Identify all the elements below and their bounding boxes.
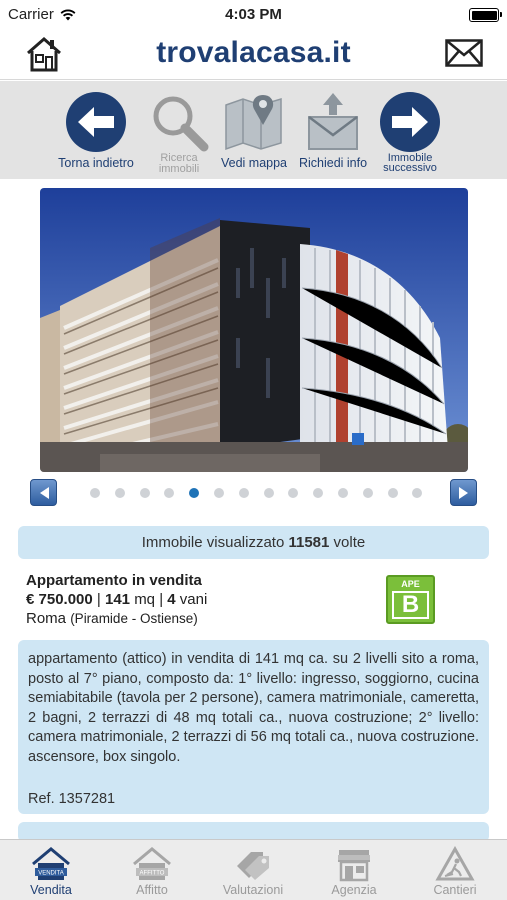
arrow-right-icon	[380, 92, 440, 152]
tab-label: Affitto	[136, 883, 168, 897]
house-rent-icon: AFFITTO	[133, 847, 171, 880]
listing-zone: (Piramide - Ostiense)	[70, 611, 198, 626]
svg-text:VENDITA: VENDITA	[38, 871, 64, 877]
views-suffix: volte	[333, 534, 366, 551]
search-label-line2: immobili	[158, 163, 200, 175]
status-bar: Carrier 4:03 PM	[0, 0, 507, 30]
page-dot[interactable]	[90, 488, 100, 498]
action-toolbar: Torna indietro Ricerca immobili Vedi map…	[0, 81, 507, 179]
views-prefix: Immobile visualizzato	[141, 534, 285, 551]
description-box: appartamento (attico) in vendita di 141 …	[18, 640, 489, 814]
listing-rooms-unit: vani	[179, 591, 208, 608]
spec-separator: |	[96, 591, 101, 608]
page-dot[interactable]	[337, 488, 348, 498]
description-text: appartamento (attico) in vendita di 141 …	[28, 651, 479, 765]
listing-rooms: 4	[167, 591, 176, 608]
tab-agenzia[interactable]: Agenzia	[304, 846, 404, 897]
prev-photo-button[interactable]	[30, 479, 57, 506]
ape-label: APE	[401, 579, 420, 589]
next-photo-button[interactable]	[450, 479, 477, 506]
tab-affitto[interactable]: AFFITTO Affitto	[102, 846, 202, 897]
send-mail-icon	[308, 93, 358, 150]
page-dot[interactable]	[164, 488, 175, 498]
svg-text:AFFITTO: AFFITTO	[140, 871, 165, 877]
site-logo[interactable]: trovalacasa.it	[0, 36, 507, 70]
tab-label: Vendita	[30, 883, 72, 897]
building-photo-image	[40, 188, 468, 472]
listing-price: € 750.000	[26, 591, 93, 608]
listing-sqm-unit: mq	[134, 591, 156, 608]
request-info-button[interactable]: Richiedi info	[291, 91, 375, 169]
page-dot[interactable]	[362, 488, 373, 498]
tab-label: Agenzia	[331, 883, 377, 897]
listing-sqm: 141	[104, 591, 131, 608]
tab-vendita[interactable]: VENDITA Vendita	[1, 846, 101, 897]
ape-class: B	[392, 591, 429, 619]
page-dot[interactable]	[213, 488, 224, 498]
triangle-right-icon	[458, 486, 468, 499]
property-photo[interactable]	[40, 188, 468, 472]
listing-type: Appartamento in vendita	[26, 572, 202, 589]
app-header: trovalacasa.it	[0, 30, 507, 80]
listing-summary: Appartamento in vendita € 750.000 | 141 …	[26, 571, 386, 628]
page-dot[interactable]	[288, 488, 299, 498]
tab-cantieri[interactable]: Cantieri	[405, 846, 505, 897]
back-label: Torna indietro	[58, 156, 134, 170]
search-icon	[153, 96, 209, 152]
page-dot[interactable]	[263, 488, 274, 498]
tab-label: Valutazioni	[222, 883, 284, 897]
mail-button[interactable]	[445, 39, 483, 67]
next-property-button[interactable]: Immobile successivo	[368, 91, 452, 174]
envelope-icon	[445, 39, 483, 67]
listing-city: Roma	[26, 610, 67, 627]
next-label-line2: successivo	[383, 162, 437, 174]
clock: 4:03 PM	[225, 6, 282, 23]
page-dot[interactable]	[238, 488, 249, 498]
request-label: Richiedi info	[298, 156, 368, 170]
tab-valutazioni[interactable]: Valutazioni	[203, 846, 303, 897]
page-dot[interactable]	[313, 488, 324, 498]
triangle-left-icon	[39, 486, 49, 499]
house-sale-icon: VENDITA	[32, 847, 70, 880]
page-dot[interactable]	[139, 488, 150, 498]
back-button[interactable]: Torna indietro	[54, 91, 138, 169]
battery-icon	[469, 8, 502, 22]
construction-icon	[435, 846, 475, 881]
price-tags-icon	[237, 852, 269, 880]
energy-class-badge: APE B	[386, 575, 435, 624]
view-map-button[interactable]: Vedi mappa	[212, 91, 296, 169]
bottom-tab-bar: VENDITA Vendita AFFITTO Affitto Valutazi…	[0, 839, 507, 900]
tab-label: Cantieri	[433, 883, 477, 897]
map-icon	[225, 95, 282, 151]
listing-specs: € 750.000 | 141 mq | 4 vani	[26, 590, 386, 609]
photo-pager	[30, 479, 477, 507]
listing-location: Roma (Piramide - Ostiense)	[26, 609, 386, 628]
search-properties-button[interactable]: Ricerca immobili	[137, 91, 221, 175]
page-dot[interactable]	[412, 488, 423, 498]
map-label: Vedi mappa	[220, 156, 288, 170]
arrow-left-icon	[66, 92, 126, 152]
reference-code: Ref. 1357281	[28, 791, 116, 807]
views-count: 11581	[288, 534, 330, 551]
storefront-icon	[338, 850, 370, 882]
page-indicator	[90, 488, 423, 498]
page-dot[interactable]	[114, 488, 125, 498]
page-dot[interactable]	[387, 488, 398, 498]
views-counter: Immobile visualizzato 11581 volte	[18, 526, 489, 559]
spec-separator: |	[159, 591, 164, 608]
page-dot[interactable]	[189, 488, 200, 498]
